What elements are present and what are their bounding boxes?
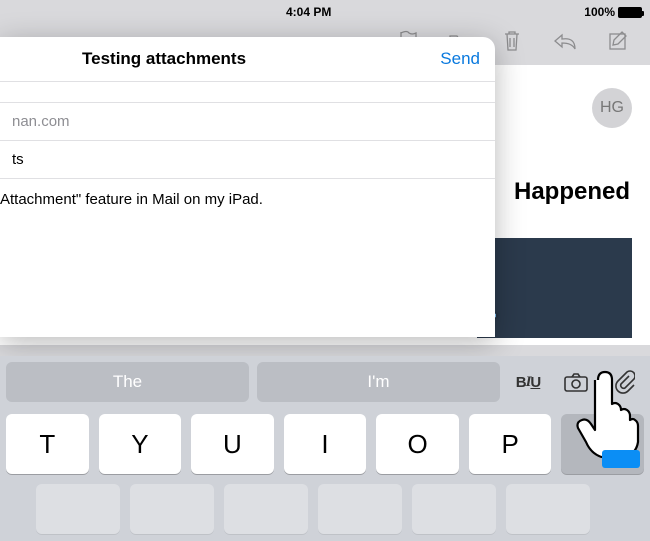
key-T[interactable]: T (6, 414, 89, 474)
key-P[interactable]: P (469, 414, 552, 474)
format-button[interactable]: BIU (508, 374, 548, 391)
status-bar: 4:04 PM 100% (0, 3, 650, 21)
mail-inline-image: er (477, 238, 632, 338)
key-row2-5[interactable] (412, 484, 496, 534)
battery-percent: 100% (584, 5, 615, 19)
hand-cursor-overlay (570, 368, 640, 463)
compose-popover: Testing attachments Send nan.com ts Atta… (0, 37, 495, 337)
compose-body[interactable]: Attachment" feature in Mail on my iPad. (0, 179, 495, 208)
key-I[interactable]: I (284, 414, 367, 474)
compose-icon[interactable] (608, 30, 630, 57)
highlight-box (602, 450, 640, 468)
reply-icon[interactable] (552, 31, 578, 56)
subject-fragment: ts (12, 151, 24, 168)
battery-icon (618, 7, 642, 18)
compose-subject-row[interactable]: ts (0, 141, 495, 179)
key-row-1: T Y U I O P (6, 414, 644, 474)
compose-to-row[interactable] (0, 82, 495, 103)
avatar[interactable]: HG (592, 88, 632, 128)
compose-title: Testing attachments (82, 49, 246, 69)
key-Y[interactable]: Y (99, 414, 182, 474)
suggestion-2[interactable]: I'm (257, 362, 500, 402)
key-row2-4[interactable] (318, 484, 402, 534)
key-U[interactable]: U (191, 414, 274, 474)
mail-subject-background: Happened (514, 178, 630, 206)
compose-header: Testing attachments Send (0, 37, 495, 82)
keyboard-suggestion-bar: The I'm BIU (6, 362, 644, 402)
key-row2-1[interactable] (36, 484, 120, 534)
status-battery-area: 100% (464, 5, 642, 19)
key-row-2 (6, 484, 644, 539)
trash-icon[interactable] (502, 29, 522, 58)
body-text-fragment: Attachment" feature in Mail on my iPad. (0, 191, 263, 208)
send-button[interactable]: Send (440, 49, 480, 69)
avatar-initials: HG (600, 99, 624, 117)
keyboard: The I'm BIU T Y U I O P (0, 356, 650, 541)
to-value-fragment: nan.com (12, 113, 70, 130)
key-row2-2[interactable] (130, 484, 214, 534)
key-row2-3[interactable] (224, 484, 308, 534)
suggestion-1[interactable]: The (6, 362, 249, 402)
compose-cc-row[interactable]: nan.com (0, 103, 495, 141)
key-O[interactable]: O (376, 414, 459, 474)
key-row2-6[interactable] (506, 484, 590, 534)
status-time: 4:04 PM (186, 5, 464, 19)
